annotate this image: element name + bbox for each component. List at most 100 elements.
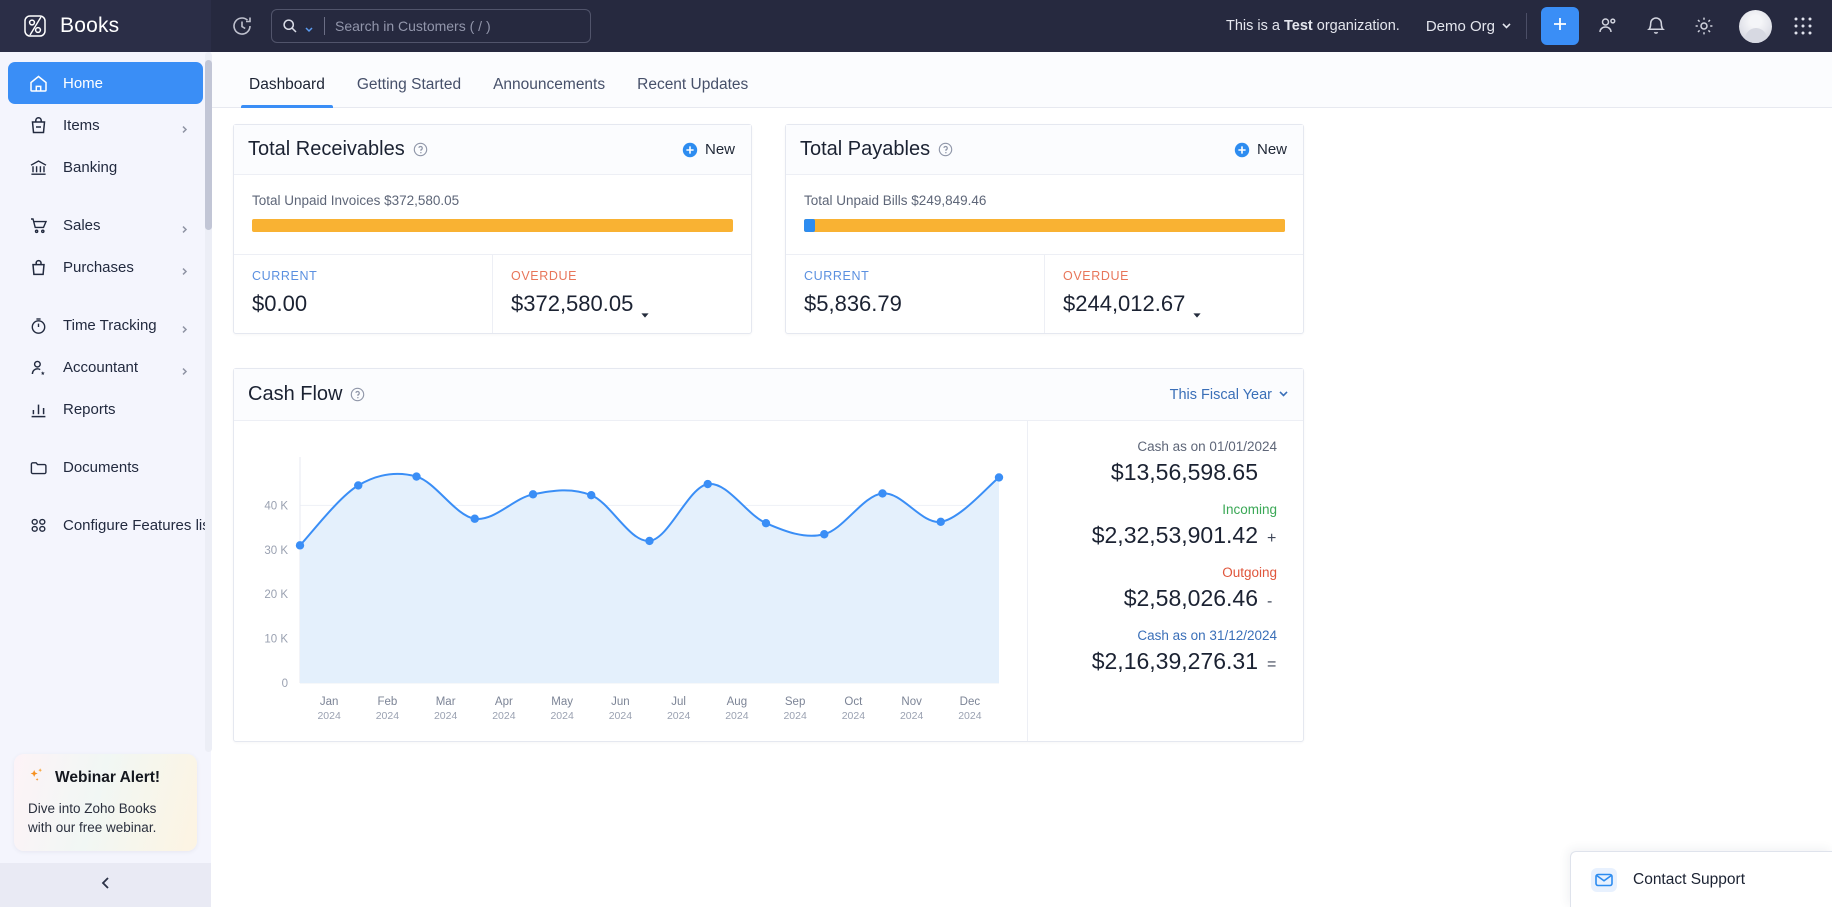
svg-text:2024: 2024 xyxy=(783,710,807,722)
receivables-current-label: CURRENT xyxy=(252,269,318,283)
svg-text:May: May xyxy=(551,696,573,708)
gear-icon[interactable] xyxy=(1691,13,1717,39)
test-org-bold: Test xyxy=(1284,18,1313,34)
payables-card-header: Total Payables New xyxy=(786,125,1303,175)
chevron-right-icon xyxy=(180,363,189,375)
sidebar-item-configure-features[interactable]: Configure Features list xyxy=(8,504,214,546)
tab-dashboard[interactable]: Dashboard xyxy=(233,76,341,108)
receivables-bar-area: Total Unpaid Invoices $372,580.05 xyxy=(234,175,751,255)
summary-value: $2,58,026.46 xyxy=(1123,585,1258,611)
sidebar-item-label: Accountant xyxy=(63,358,139,376)
items-bag-icon xyxy=(28,115,49,136)
svg-text:0: 0 xyxy=(282,678,288,690)
summary-value-row: $2,32,53,901.42 + xyxy=(1028,522,1277,549)
organization-selector[interactable]: Demo Org xyxy=(1426,18,1512,35)
caret-down-icon xyxy=(640,300,649,318)
chevron-down-icon[interactable] xyxy=(304,21,314,33)
sparkle-icon xyxy=(28,766,47,790)
search-input[interactable] xyxy=(335,18,580,34)
receivables-overdue-segment xyxy=(252,219,733,232)
summary-operator: = xyxy=(1267,656,1277,673)
svg-text:Mar: Mar xyxy=(436,696,456,708)
svg-text:2024: 2024 xyxy=(434,710,458,722)
payables-title: Total Payables xyxy=(800,138,931,160)
help-circle-icon[interactable] xyxy=(350,387,365,402)
receivables-overdue-label: OVERDUE xyxy=(511,269,578,283)
summary-value: $13,56,598.65 xyxy=(1110,459,1258,485)
payables-unpaid-label: Total Unpaid Bills $249,849.46 xyxy=(804,193,987,208)
tab-getting-started[interactable]: Getting Started xyxy=(341,76,477,107)
brand-area[interactable]: Books xyxy=(0,0,211,52)
contact-support-label: Contact Support xyxy=(1633,870,1746,888)
payables-new-button[interactable]: New xyxy=(1234,141,1287,158)
summary-label: Incoming xyxy=(1222,502,1277,517)
total-payables-card: Total Payables New Total Unpaid Bills $2… xyxy=(785,124,1304,334)
summary-label: Cash as on 31/12/2024 xyxy=(1137,628,1277,643)
people-icon[interactable] xyxy=(1595,13,1621,39)
grid-dots-icon[interactable] xyxy=(1792,15,1814,37)
cash-flow-period-selector[interactable]: This Fiscal Year xyxy=(1170,387,1289,403)
svg-text:Aug: Aug xyxy=(727,696,747,708)
summary-label: Outgoing xyxy=(1222,565,1277,580)
payables-overdue-amount-row[interactable]: $244,012.67 xyxy=(1063,291,1303,318)
contact-support-widget[interactable]: Contact Support xyxy=(1570,851,1832,907)
search-box[interactable] xyxy=(271,9,591,43)
chevron-right-icon xyxy=(180,321,189,333)
payables-current-column: CURRENT $5,836.79 xyxy=(786,255,1044,333)
sidebar-item-sales[interactable]: Sales xyxy=(8,204,203,246)
svg-text:Apr: Apr xyxy=(495,696,513,708)
summary-value-row: $2,16,39,276.31 = xyxy=(1028,648,1277,675)
sidebar-item-banking[interactable]: Banking xyxy=(8,146,203,188)
summary-row-incoming: Incoming $2,32,53,901.42 + xyxy=(1028,502,1277,549)
content-scrollbar[interactable] xyxy=(205,52,212,752)
tab-announcements[interactable]: Announcements xyxy=(477,76,621,107)
sidebar-item-items[interactable]: Items xyxy=(8,104,203,146)
payables-overdue-segment xyxy=(815,219,1285,232)
summary-label: Cash as on 01/01/2024 xyxy=(1137,439,1277,454)
payables-progress-bar[interactable] xyxy=(804,219,1285,232)
svg-text:Jan: Jan xyxy=(320,696,339,708)
svg-text:Jun: Jun xyxy=(611,696,630,708)
sidebar-collapse-button[interactable] xyxy=(0,863,211,907)
purchase-bag-icon xyxy=(28,257,49,278)
sidebar-item-documents[interactable]: Documents xyxy=(8,446,203,488)
receivables-progress-bar[interactable] xyxy=(252,219,733,232)
sidebar-item-accountant[interactable]: Accountant xyxy=(8,346,203,388)
tab-recent-updates[interactable]: Recent Updates xyxy=(621,76,764,107)
total-receivables-card: Total Receivables New Total Unpaid Invoi… xyxy=(233,124,752,334)
history-clock-icon[interactable] xyxy=(229,13,255,39)
sidebar-nav: Home Items Banking Sales Purchases Time … xyxy=(0,52,214,754)
scrollbar-thumb[interactable] xyxy=(205,60,212,230)
webinar-description: Dive into Zoho Books with our free webin… xyxy=(28,800,157,835)
bell-icon[interactable] xyxy=(1643,13,1669,39)
help-circle-icon[interactable] xyxy=(413,142,428,157)
chevron-left-icon xyxy=(98,875,114,896)
receivables-new-label: New xyxy=(704,141,735,158)
top-bar-right: This is a Test organization. Demo Org xyxy=(1226,7,1832,45)
payables-overdue-column: OVERDUE $244,012.67 xyxy=(1044,255,1303,333)
cash-flow-summary: Cash as on 01/01/2024 $13,56,598.65 Inco… xyxy=(1027,421,1303,741)
cash-flow-header: Cash Flow This Fiscal Year xyxy=(234,369,1303,421)
avatar[interactable] xyxy=(1739,9,1772,43)
sidebar-item-purchases[interactable]: Purchases xyxy=(8,246,203,288)
add-new-button[interactable] xyxy=(1541,7,1579,45)
plus-circle-icon xyxy=(682,142,698,158)
summary-value: $2,16,39,276.31 xyxy=(1091,648,1258,674)
receivables-footer: CURRENT $0.00 OVERDUE $372,580.05 xyxy=(234,255,751,333)
help-circle-icon[interactable] xyxy=(938,142,953,157)
receivables-new-button[interactable]: New xyxy=(682,141,735,158)
receivables-overdue-amount-row[interactable]: $372,580.05 xyxy=(511,291,751,318)
sidebar-item-time-tracking[interactable]: Time Tracking xyxy=(8,304,203,346)
svg-text:2024: 2024 xyxy=(376,710,400,722)
sidebar-item-label: Home xyxy=(63,74,104,92)
sidebar-item-home[interactable]: Home xyxy=(8,62,203,104)
receivables-overdue-amount: $372,580.05 xyxy=(511,291,634,316)
svg-text:2024: 2024 xyxy=(842,710,866,722)
svg-text:40 K: 40 K xyxy=(264,500,288,512)
receivables-current-amount: $0.00 xyxy=(252,291,308,316)
test-org-suffix: organization. xyxy=(1312,18,1400,34)
sidebar-item-reports[interactable]: Reports xyxy=(8,388,203,430)
webinar-alert-card[interactable]: Webinar Alert! Dive into Zoho Books with… xyxy=(14,753,197,851)
svg-text:2024: 2024 xyxy=(550,710,574,722)
